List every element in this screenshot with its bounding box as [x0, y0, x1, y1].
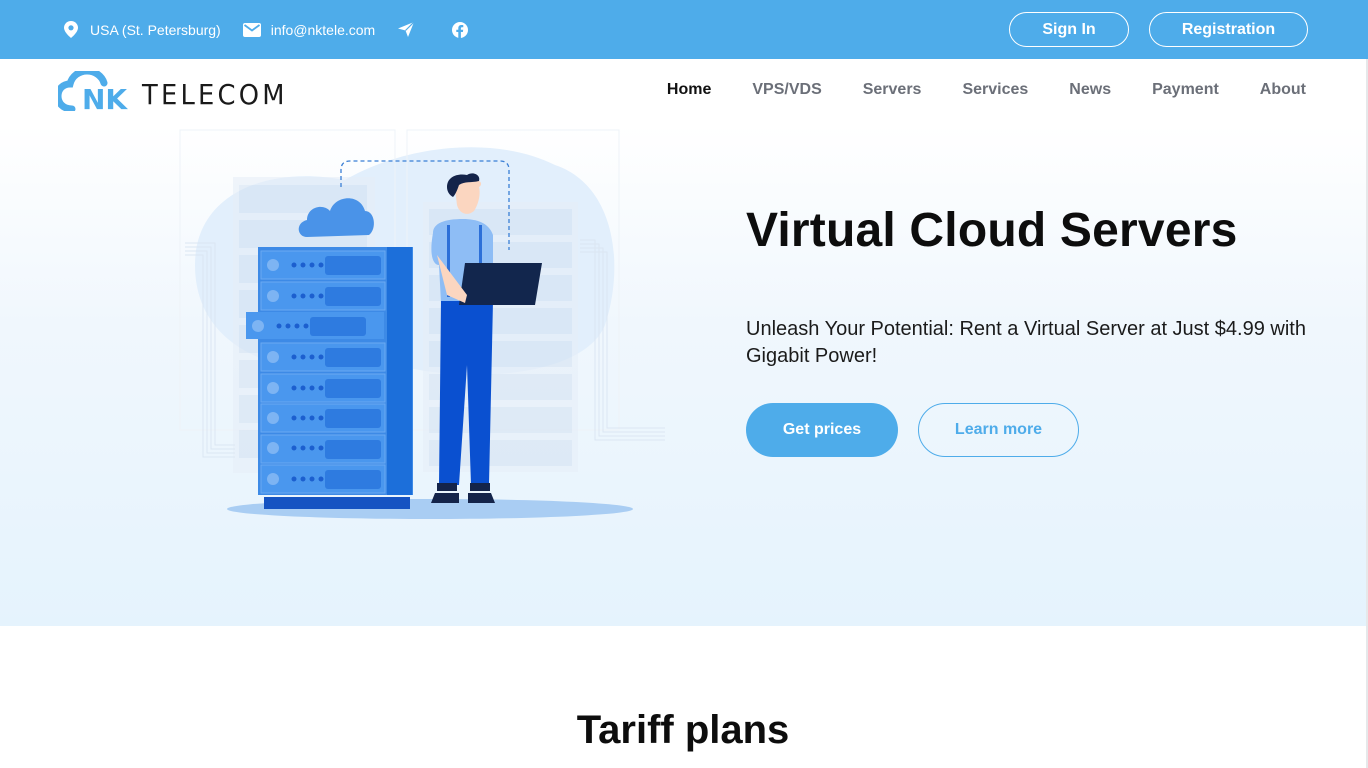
nav-services[interactable]: Services	[962, 81, 1028, 99]
primary-nav: Home VPS/VDS Servers Services News Payme…	[626, 59, 1306, 121]
contact-info: USA (St. Petersburg) info@nktele.com	[62, 0, 505, 59]
map-pin-icon	[62, 21, 80, 39]
facebook-icon[interactable]	[451, 21, 469, 39]
logo-text: TELECOM	[142, 77, 288, 111]
learn-more-button[interactable]: Learn more	[918, 403, 1079, 457]
nav-about[interactable]: About	[1260, 81, 1306, 99]
email-info[interactable]: info@nktele.com	[242, 21, 375, 39]
hero-actions: Get prices Learn more	[746, 403, 1079, 457]
server-illustration	[179, 129, 665, 519]
sign-in-button[interactable]: Sign In	[1009, 12, 1129, 47]
telegram-icon[interactable]	[397, 21, 415, 39]
hero-subtitle: Unleash Your Potential: Rent a Virtual S…	[746, 318, 1306, 367]
auth-buttons: Sign In Registration	[1009, 12, 1308, 47]
nav-vps-vds[interactable]: VPS/VDS	[752, 81, 821, 99]
hero-title: Virtual Cloud Servers	[746, 204, 1238, 257]
location-text: USA (St. Petersburg)	[90, 21, 221, 38]
envelope-icon	[242, 21, 261, 39]
main-navbar: NK TELECOM Home VPS/VDS Servers Services…	[0, 59, 1366, 125]
hero-section: Virtual Cloud Servers Unleash Your Poten…	[0, 125, 1366, 626]
telegram-link[interactable]	[397, 21, 425, 39]
logo[interactable]: NK TELECOM	[58, 71, 300, 111]
get-prices-button[interactable]: Get prices	[746, 403, 898, 457]
email-link[interactable]: info@nktele.com	[271, 22, 375, 38]
nav-payment[interactable]: Payment	[1152, 81, 1219, 99]
nav-home[interactable]: Home	[667, 81, 711, 99]
registration-button[interactable]: Registration	[1149, 12, 1308, 47]
location-info: USA (St. Petersburg)	[62, 21, 221, 39]
nav-news[interactable]: News	[1069, 81, 1111, 99]
top-bar: USA (St. Petersburg) info@nktele.com Sig…	[0, 0, 1368, 59]
main-server-rack	[246, 247, 413, 509]
logo-mark-text: NK	[82, 83, 128, 111]
tariff-plans-heading: Tariff plans	[576, 708, 790, 752]
tariff-plans-section: Tariff plans	[0, 626, 1366, 768]
cloud-logo-icon: NK	[58, 71, 128, 111]
nav-servers[interactable]: Servers	[863, 81, 922, 99]
facebook-link[interactable]	[451, 21, 479, 39]
